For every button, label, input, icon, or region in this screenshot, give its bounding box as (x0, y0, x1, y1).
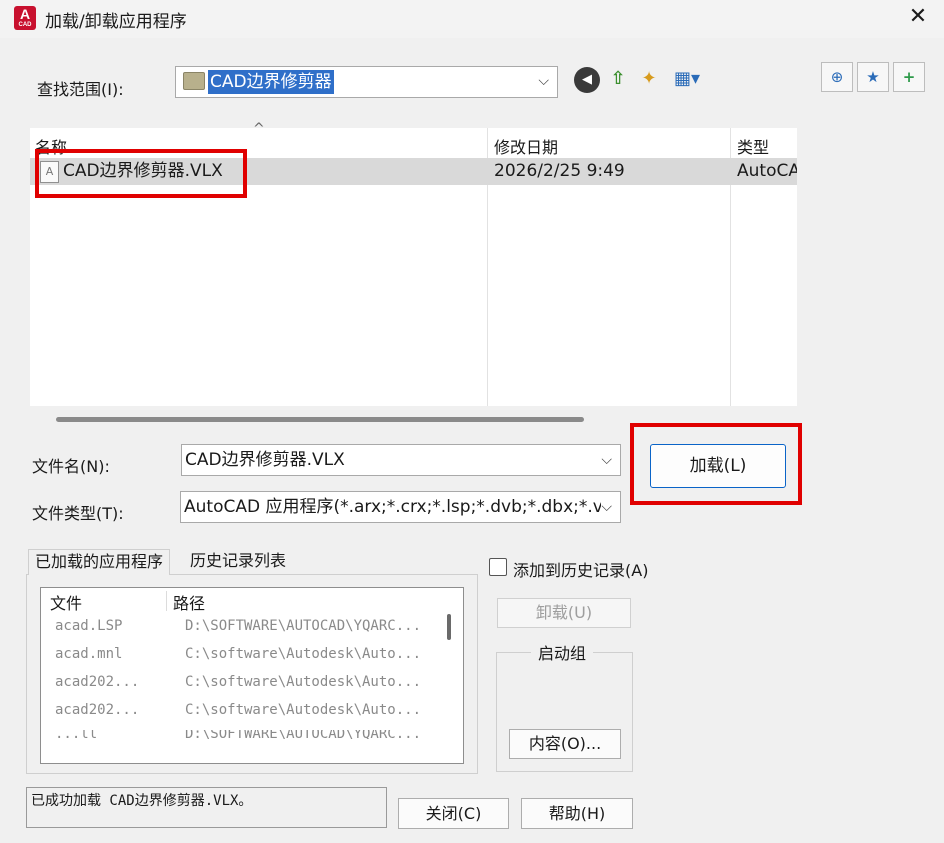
new-folder-icon[interactable]: ✦ (636, 66, 662, 92)
list-header-file[interactable]: 文件 (50, 590, 82, 614)
chevron-down-icon: ⌵ (538, 73, 549, 89)
startup-group-title: 启动组 (531, 640, 594, 664)
file-type-cell: AutoCA (737, 161, 797, 181)
file-date-cell: 2026/2/25 9:49 (494, 161, 625, 181)
close-icon[interactable]: ✕ (904, 3, 932, 31)
status-message: 已成功加载 CAD边界修剪器.VLX。 (26, 787, 387, 828)
tab-loaded-apps[interactable]: 已加载的应用程序 (28, 549, 171, 575)
contents-button[interactable]: 内容(O)... (509, 729, 621, 759)
add-history-label: 添加到历史记录(A) (513, 561, 649, 580)
list-item-file[interactable]: acad202... (55, 702, 165, 718)
list-item-path[interactable]: C:\software\Autodesk\Auto... (185, 702, 440, 718)
list-item-file[interactable]: acad.mnl (55, 646, 165, 662)
column-header-date[interactable]: 修改日期 (494, 134, 558, 158)
chevron-down-icon: ⌵ (601, 492, 612, 522)
help-button[interactable]: 帮助(H) (521, 798, 633, 829)
window-title: 加载/卸载应用程序 (45, 12, 187, 32)
list-row-clipped: ...ll D:\SOFTWARE\AUTOCAD\YQARC... (41, 730, 446, 739)
lookin-value: CAD边界修剪器 (208, 70, 334, 94)
list-item-path[interactable]: D:\SOFTWARE\AUTOCAD\YQARC... (185, 730, 440, 739)
tab-history-list[interactable]: 历史记录列表 (184, 549, 292, 575)
filename-field[interactable]: CAD边界修剪器.VLX ⌵ (181, 444, 621, 476)
filename-value: CAD边界修剪器.VLX (185, 450, 345, 470)
back-icon[interactable]: ◀ (574, 67, 600, 93)
sort-ascending-icon: ^ (253, 121, 265, 137)
list-header-path[interactable]: 路径 (173, 590, 205, 614)
list-item-path[interactable]: C:\software\Autodesk\Auto... (185, 646, 440, 662)
unload-button[interactable]: 卸载(U) (497, 598, 631, 628)
list-item-file[interactable]: acad.LSP (55, 618, 165, 634)
filetype-value: AutoCAD 应用程序(*.arx;*.crx;*.lsp;*.dvb;*.d… (184, 497, 603, 517)
chevron-down-icon: ⌵ (601, 452, 612, 468)
highlight-box-file (35, 149, 247, 198)
horizontal-scrollbar[interactable] (56, 417, 584, 422)
column-divider (166, 591, 167, 611)
favorites-icon[interactable]: ★ (857, 62, 889, 92)
close-button[interactable]: 关闭(C) (398, 798, 509, 829)
filetype-dropdown[interactable]: AutoCAD 应用程序(*.arx;*.crx;*.lsp;*.dvb;*.d… (180, 491, 621, 523)
list-item-path[interactable]: D:\SOFTWARE\AUTOCAD\YQARC... (185, 618, 440, 634)
add-history-checkbox[interactable] (489, 558, 507, 576)
column-header-type[interactable]: 类型 (737, 134, 769, 158)
views-menu-icon[interactable]: ▦▾ (667, 66, 707, 92)
up-folder-icon[interactable]: ⇧ (605, 66, 631, 92)
app-icon-caption: CAD (18, 22, 32, 28)
list-item-file[interactable]: ...ll (55, 730, 165, 739)
highlight-box-load (630, 423, 802, 505)
add-to-favorites-icon[interactable]: + (893, 62, 925, 92)
search-web-icon[interactable]: ⊕ (821, 62, 853, 92)
vertical-scrollbar[interactable] (447, 614, 451, 640)
app-icon-letter: A (19, 6, 31, 22)
list-item-file[interactable]: acad202... (55, 674, 165, 690)
list-item-path[interactable]: C:\software\Autodesk\Auto... (185, 674, 440, 690)
folder-icon (183, 72, 205, 90)
filename-label: 文件名(N): (32, 457, 110, 476)
autocad-app-icon: A CAD (14, 6, 36, 30)
lookin-label: 查找范围(I): (37, 80, 124, 99)
filetype-label: 文件类型(T): (32, 504, 124, 523)
